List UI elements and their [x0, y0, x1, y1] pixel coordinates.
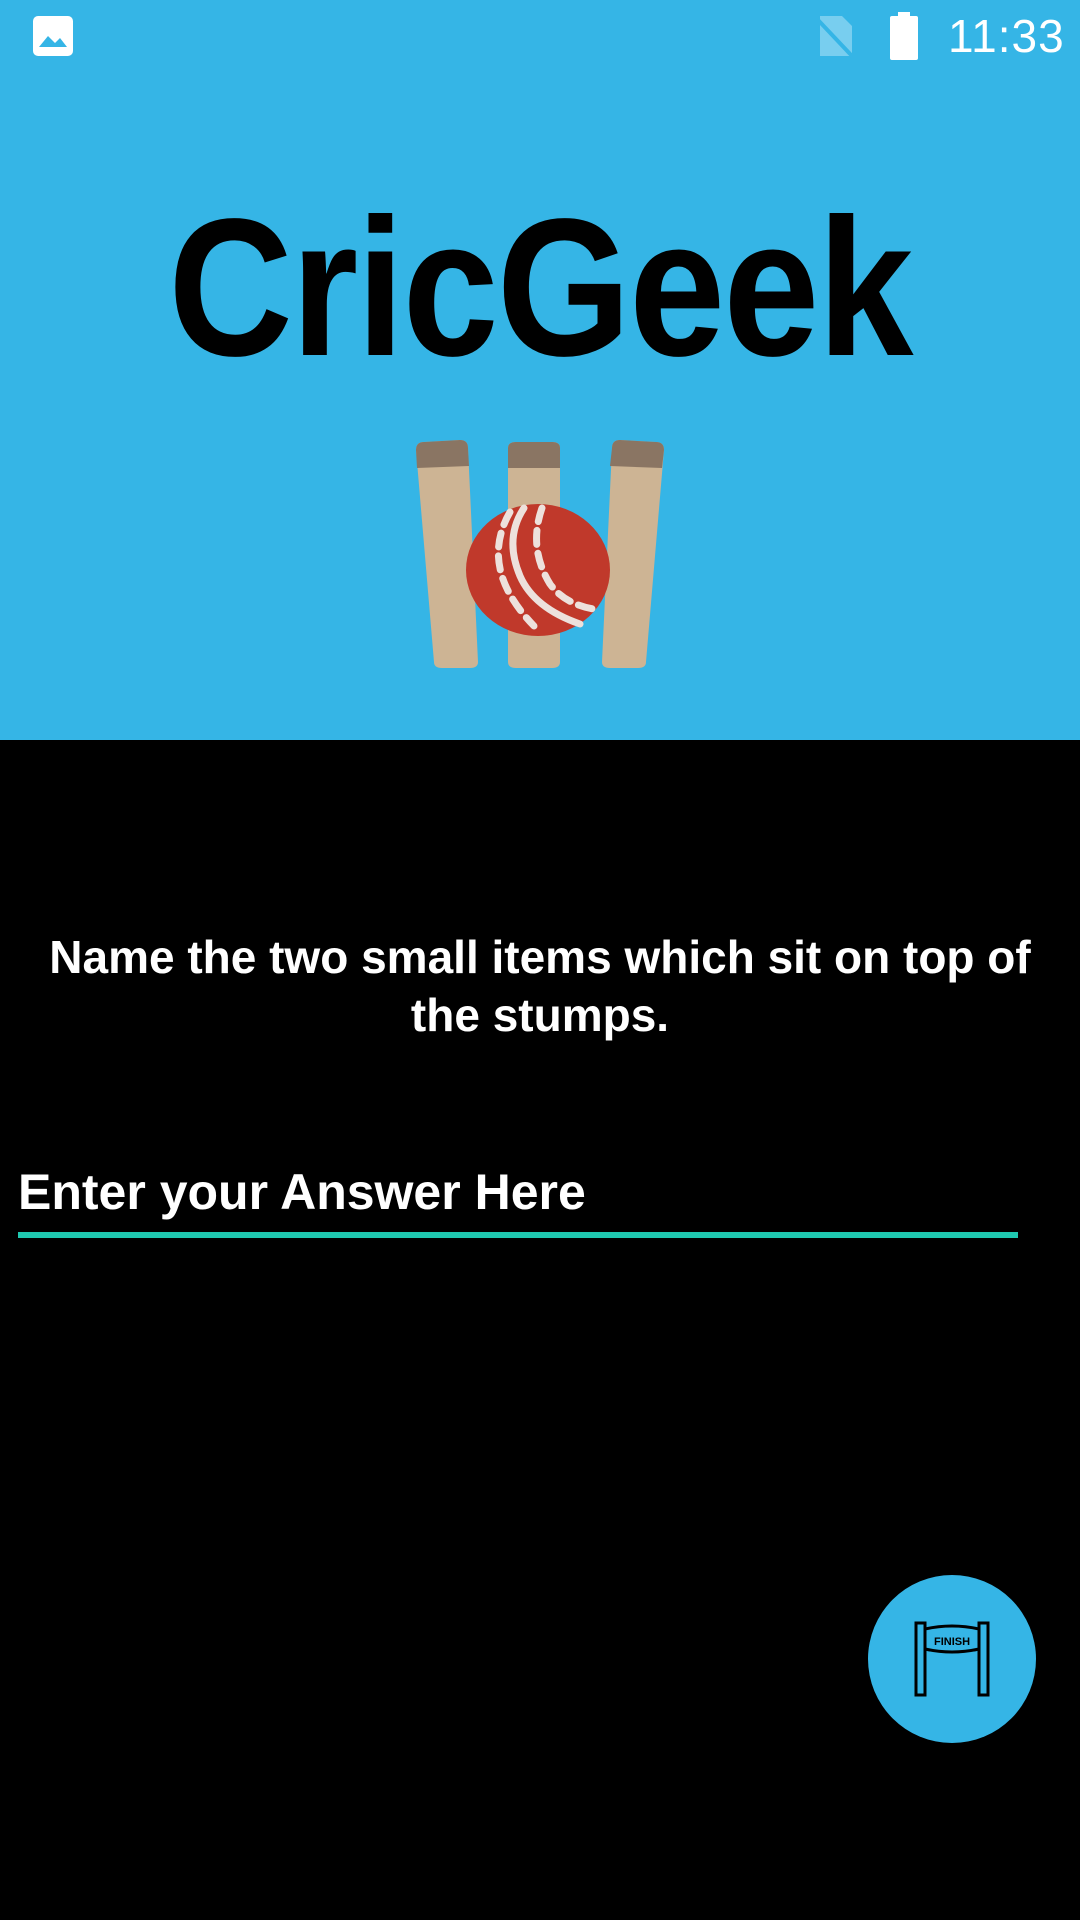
question-text: Name the two small items which sit on to… [49, 931, 1031, 1041]
battery-icon [890, 12, 918, 60]
cricket-stumps-ball-icon [416, 440, 664, 668]
no-sim-icon [816, 16, 854, 58]
app-title: CricGeek [168, 178, 913, 397]
status-time: 11:33 [948, 10, 1065, 62]
header-banner: 11:33 CricGeek [0, 0, 1080, 740]
answer-input[interactable] [18, 1150, 1018, 1234]
screen: 11:33 CricGeek Name the two small items … [0, 0, 1080, 1920]
status-bar: 11:33 [0, 0, 1080, 72]
answer-field [18, 1150, 1018, 1240]
finish-line-icon: FINISH [914, 1621, 990, 1697]
gallery-icon [33, 16, 73, 56]
finish-button[interactable]: FINISH [868, 1575, 1036, 1743]
finish-label: FINISH [934, 1636, 970, 1648]
answer-underline [18, 1232, 1018, 1238]
